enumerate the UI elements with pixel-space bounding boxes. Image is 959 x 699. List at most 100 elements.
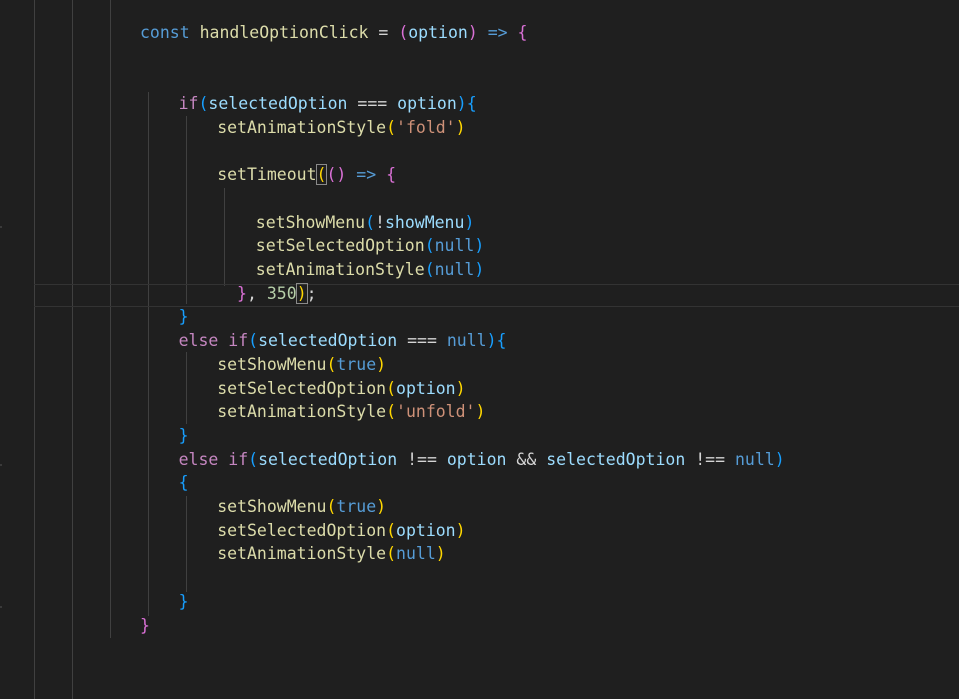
code-line[interactable]: else if(selectedOption !== option && sel… xyxy=(179,448,785,472)
code-line[interactable]: setAnimationStyle(null) xyxy=(217,542,446,566)
code-token: else xyxy=(178,331,219,351)
code-token: === xyxy=(347,94,398,114)
code-token: ) xyxy=(474,236,485,256)
code-token: selectedOption xyxy=(546,449,686,469)
indent-guide-3 xyxy=(110,0,111,638)
code-line[interactable]: setSelectedOption(option) xyxy=(217,519,465,543)
code-token: { xyxy=(386,165,397,185)
code-line[interactable]: const handleOptionClick = (option) => { xyxy=(140,21,527,45)
code-token: const xyxy=(140,23,190,42)
code-token: { xyxy=(496,331,507,351)
code-token: null xyxy=(396,544,436,564)
code-token: ( xyxy=(386,378,397,398)
code-token: setAnimationStyle xyxy=(217,544,387,564)
code-token: 'fold' xyxy=(396,117,456,137)
code-token: ) xyxy=(295,282,308,304)
code-token: ( xyxy=(386,544,397,564)
current-line-highlight xyxy=(34,284,959,307)
code-token: option xyxy=(408,23,468,42)
code-token: !== xyxy=(397,449,447,469)
code-token: ) xyxy=(376,497,387,516)
indent-guide-8 xyxy=(224,188,225,286)
code-line[interactable]: setShowMenu(!showMenu) xyxy=(256,211,475,235)
code-token: null xyxy=(446,331,487,351)
indent-guide-2 xyxy=(72,0,73,699)
gutter-mark xyxy=(0,226,2,228)
indent-guide-1 xyxy=(34,0,35,699)
code-line[interactable]: setSelectedOption(null) xyxy=(256,234,485,258)
code-token: ( xyxy=(315,164,328,186)
code-line[interactable]: }, 350); xyxy=(217,282,317,306)
indent-guide-7 xyxy=(186,496,187,592)
code-token: setShowMenu xyxy=(255,212,366,232)
code-token: ! xyxy=(375,212,385,232)
code-line[interactable]: else if(selectedOption === null){ xyxy=(179,329,507,353)
code-token: else xyxy=(178,449,219,469)
code-token: ) xyxy=(435,544,446,564)
code-token: setSelectedOption xyxy=(217,378,387,398)
code-line[interactable]: } xyxy=(140,614,150,638)
code-token: handleOptionClick xyxy=(199,23,369,42)
code-token: ( xyxy=(424,236,435,256)
code-token: 'unfold' xyxy=(396,402,476,422)
code-token: setAnimationStyle xyxy=(217,117,387,137)
code-token: } xyxy=(217,283,247,303)
code-token: option xyxy=(396,520,456,540)
code-token: ) xyxy=(455,378,466,398)
code-token: => xyxy=(487,23,508,42)
code-line[interactable]: setSelectedOption(option) xyxy=(217,377,465,401)
code-token: setAnimationStyle xyxy=(255,260,425,279)
code-editor[interactable]: const handleOptionClick = (option) => { i… xyxy=(0,0,959,699)
code-token: } xyxy=(178,425,189,445)
code-line[interactable]: setShowMenu(true) xyxy=(217,353,386,377)
code-token: { xyxy=(178,473,189,493)
code-token: setShowMenu xyxy=(217,354,327,374)
code-token: ( xyxy=(424,260,435,279)
code-line[interactable]: setAnimationStyle('unfold') xyxy=(217,400,485,424)
code-token: ) xyxy=(474,260,485,279)
code-token: selectedOption xyxy=(258,449,398,469)
code-token: if xyxy=(178,94,199,114)
code-line[interactable]: } xyxy=(179,590,189,614)
code-token: ) xyxy=(456,94,467,114)
code-token: !== xyxy=(685,449,735,469)
code-line[interactable]: } xyxy=(179,305,189,329)
gutter-mark xyxy=(0,464,2,466)
code-token: ) xyxy=(475,402,486,422)
code-token: , xyxy=(247,283,267,303)
code-token: setSelectedOption xyxy=(255,236,425,256)
code-token: ) xyxy=(376,354,387,374)
code-token: setShowMenu xyxy=(217,497,327,516)
code-line[interactable]: setTimeout(() => { xyxy=(217,163,396,187)
code-line[interactable]: setShowMenu(true) xyxy=(217,495,386,519)
code-token: ; xyxy=(306,283,317,303)
code-token: ( xyxy=(198,94,209,114)
code-token: selectedOption xyxy=(258,331,398,351)
code-line[interactable]: setAnimationStyle('fold') xyxy=(217,116,465,140)
code-line[interactable]: } xyxy=(179,424,189,448)
code-token: ( xyxy=(248,331,259,351)
code-token: ) xyxy=(486,331,497,351)
code-token: ) xyxy=(464,212,475,232)
code-token: ) xyxy=(774,449,785,469)
code-token: ( xyxy=(248,449,259,469)
code-token: ( xyxy=(386,117,397,137)
code-token: option xyxy=(397,94,457,114)
code-token: true xyxy=(336,497,377,516)
code-token: && xyxy=(506,449,547,469)
indent-guide-5 xyxy=(186,116,187,304)
code-line[interactable]: setAnimationStyle(null) xyxy=(256,258,485,282)
code-line[interactable]: if(selectedOption === option){ xyxy=(179,92,477,116)
code-token: if xyxy=(228,449,249,469)
code-line[interactable]: { xyxy=(179,471,189,495)
code-token: setSelectedOption xyxy=(217,520,387,540)
gutter-mark xyxy=(0,606,2,608)
code-token: setTimeout xyxy=(217,165,317,185)
code-token: ( xyxy=(386,402,397,422)
code-token: ( xyxy=(326,497,337,516)
code-token: => xyxy=(356,165,377,185)
